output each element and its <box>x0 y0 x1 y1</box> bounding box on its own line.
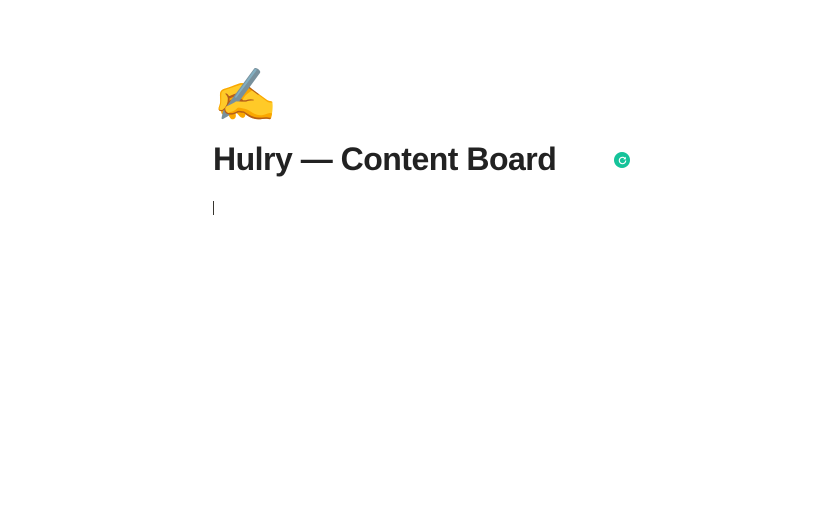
editor-block[interactable] <box>213 198 633 222</box>
page-icon[interactable]: ✍️ <box>213 70 633 122</box>
grammarly-icon[interactable] <box>614 152 630 168</box>
page-content: ✍️ Hulry — Content Board <box>213 70 633 222</box>
grammarly-g-icon <box>618 156 627 165</box>
text-cursor <box>213 201 214 215</box>
page-title[interactable]: Hulry — Content Board <box>213 140 633 178</box>
